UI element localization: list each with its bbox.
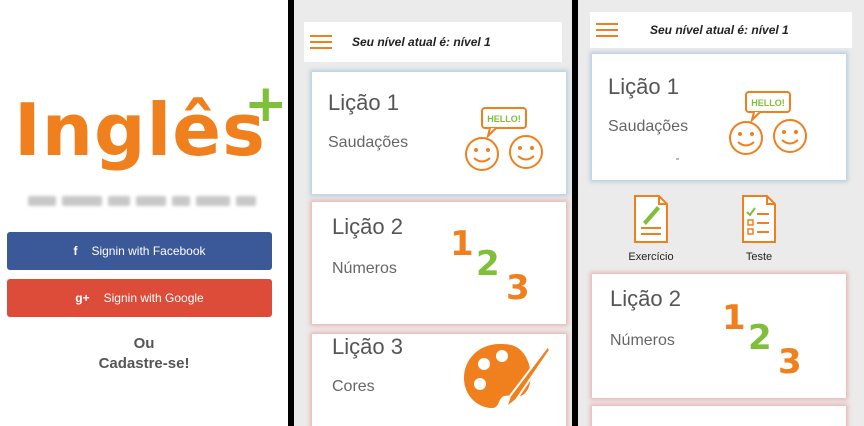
lesson-card-2[interactable]: Lição 2 Números 1 2 3: [312, 202, 566, 324]
facebook-icon: f: [73, 244, 78, 258]
app-header: Seu nível atual é: nível 1: [304, 22, 562, 62]
app-header: Seu nível atual é: nível 1: [590, 12, 852, 48]
lesson-title: Lição 2: [610, 286, 681, 311]
test-checklist-icon: [742, 195, 776, 243]
facebook-button-label: Signin with Facebook: [91, 244, 206, 258]
exercise-label: Exercício: [628, 251, 674, 263]
test-button[interactable]: Teste: [724, 194, 794, 263]
lesson-title: Lição 1: [608, 74, 679, 99]
login-screen: Inglês + f Signin with Facebook g+ Signi…: [0, 0, 288, 426]
google-button-label: Signin with Google: [103, 291, 204, 305]
lesson-subtitle: Saudações: [328, 134, 409, 151]
exercise-document-icon: [634, 195, 668, 243]
numbers-123-icon: 1 2 3: [450, 224, 530, 308]
palette-icon: [464, 344, 552, 411]
level-title: Seu nível atual é: nível 1: [650, 23, 789, 37]
numbers-123-icon: 1 2 3: [722, 298, 802, 382]
hello-bubble-text: HELLO!: [487, 114, 521, 124]
signup-link[interactable]: Cadastre-se!: [0, 355, 288, 372]
lesson-subtitle: Números: [610, 332, 675, 349]
menu-icon[interactable]: [596, 23, 618, 37]
lesson-card-2[interactable]: Lição 2 Números 1 2 3: [592, 274, 846, 398]
signin-facebook-button[interactable]: f Signin with Facebook: [7, 232, 272, 270]
lessons-screen: Seu nível atual é: nível 1 Lição 1 Sauda…: [294, 0, 572, 426]
app-logo: Inglês +: [12, 78, 288, 178]
smileys-hello-icon: HELLO!: [729, 91, 807, 155]
hello-bubble-text: HELLO!: [751, 98, 785, 108]
blurred-tagline: [28, 196, 264, 208]
exercise-button[interactable]: Exercício: [616, 194, 686, 263]
test-label: Teste: [745, 251, 773, 263]
lesson-title: Lição 2: [332, 214, 403, 239]
lesson-card-1[interactable]: Lição 1 Saudações HELLO!: [312, 72, 566, 194]
or-text: Ou: [133, 335, 155, 352]
lesson-title: Lição 3: [332, 334, 403, 359]
logo-text: Inglês: [14, 88, 266, 172]
level-title: Seu nível atual é: nível 1: [352, 35, 491, 49]
lesson-card-3[interactable]: Lição 3 Cores: [312, 334, 566, 426]
lesson-subtitle: Saudações: [608, 118, 689, 135]
lesson-subtitle: Números: [332, 260, 397, 277]
signin-google-button[interactable]: g+ Signin with Google: [7, 279, 272, 317]
lesson-subtitle: Cores: [332, 378, 375, 395]
menu-icon[interactable]: [310, 35, 332, 49]
logo-plus: +: [244, 74, 288, 134]
lesson-card-1[interactable]: Lição 1 Saudações HELLO!: [592, 54, 846, 180]
lesson-actions: Exercício Teste: [606, 194, 786, 264]
smileys-hello-icon: HELLO!: [465, 107, 543, 171]
google-plus-icon: g+: [75, 291, 90, 305]
lesson-title: Lição 1: [328, 90, 399, 115]
lesson-card-3[interactable]: [592, 406, 846, 426]
lesson-detail-screen: Seu nível atual é: nível 1 Lição 1 Sauda…: [578, 0, 864, 426]
